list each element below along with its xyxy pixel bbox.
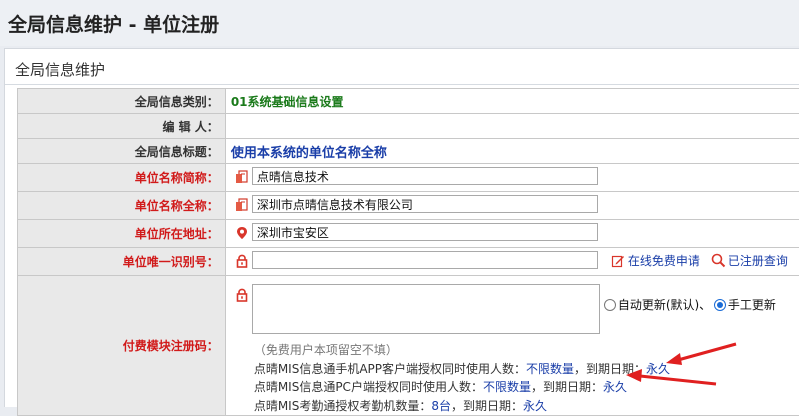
- category-label: 全局信息类别：: [18, 89, 226, 114]
- address-input[interactable]: 深圳市宝安区: [252, 223, 598, 241]
- form-row-full-name: 单位名称全称： 深圳市点晴信息技术有限公司: [18, 192, 799, 220]
- lock-icon: [235, 254, 249, 268]
- lock-icon: [235, 288, 249, 302]
- license-line-app: 点晴MIS信息通手机APP客户端授权同时使用人数：不限数量，到期日期：永久: [254, 360, 670, 377]
- info-title-value: 使用本系统的单位名称全称: [226, 146, 387, 161]
- online-apply-link[interactable]: 在线免费申请: [628, 252, 700, 269]
- free-user-note: （免费用户本项留空不填）: [254, 341, 398, 358]
- form-row-info-title: 全局信息标题： 使用本系统的单位名称全称: [18, 139, 799, 164]
- red-arrow-annotation: [620, 365, 720, 395]
- unique-id-label: 单位唯一识别号：: [18, 248, 226, 276]
- edit-icon: [611, 254, 625, 268]
- radio-manual-label: 手工更新: [728, 298, 776, 312]
- editor-value: [225, 114, 799, 139]
- location-pin-icon: [235, 226, 249, 240]
- panel-divider: [5, 84, 799, 85]
- form-row-address: 单位所在地址： 深圳市宝安区: [18, 220, 799, 248]
- reg-code-textarea[interactable]: [252, 284, 600, 334]
- form-row-editor: 编 辑 人：: [18, 114, 799, 139]
- form-row-category: 全局信息类别： 01系统基础信息设置: [18, 89, 799, 114]
- info-title-label: 全局信息标题：: [18, 139, 226, 164]
- category-value: 01系统基础信息设置: [226, 95, 344, 109]
- radio-auto-circle[interactable]: [604, 299, 616, 311]
- full-name-label: 单位名称全称：: [18, 192, 226, 220]
- registered-query-link[interactable]: 已注册查询: [728, 252, 788, 269]
- editor-label: 编 辑 人：: [18, 114, 226, 139]
- short-name-input[interactable]: 点晴信息技术: [252, 167, 598, 185]
- address-label: 单位所在地址：: [18, 220, 226, 248]
- title-bar: 全局信息维护 - 单位注册: [0, 0, 799, 46]
- search-icon: [711, 253, 726, 268]
- panel-title: 全局信息维护: [15, 59, 105, 80]
- radio-auto-label: 自动更新(默认)、: [618, 298, 711, 312]
- page-title: 全局信息维护 - 单位注册: [8, 10, 219, 37]
- document-icon: [235, 198, 249, 212]
- full-name-input[interactable]: 深圳市点晴信息技术有限公司: [252, 195, 598, 213]
- form-row-short-name: 单位名称简称： 点晴信息技术: [18, 164, 799, 192]
- reg-code-label: 付费模块注册码：: [18, 276, 226, 416]
- radio-manual-circle[interactable]: [714, 299, 726, 311]
- short-name-label: 单位名称简称：: [18, 164, 226, 192]
- radio-manual-update[interactable]: 手工更新: [714, 296, 776, 313]
- form-row-unique-id: 单位唯一识别号： 在线免费申请 已注册查询: [18, 248, 799, 276]
- unique-id-input[interactable]: [252, 251, 598, 269]
- radio-auto-update[interactable]: 自动更新(默认)、: [604, 296, 711, 313]
- document-icon: [235, 170, 249, 184]
- license-line-pc: 点晴MIS信息通PC户端授权同时使用人数：不限数量，到期日期：永久: [254, 378, 627, 395]
